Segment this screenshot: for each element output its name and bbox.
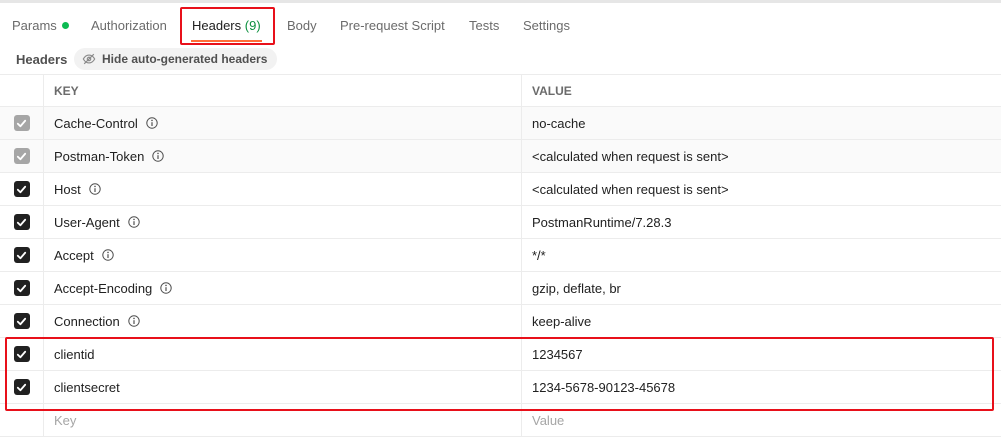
- row-checkbox[interactable]: [13, 214, 30, 230]
- tab-authorization[interactable]: Authorization: [91, 18, 167, 33]
- table-row: Postman-Token <calculated when request is…: [0, 140, 1001, 173]
- headers-section-title: Headers: [16, 52, 68, 67]
- row-checkbox[interactable]: [13, 313, 30, 329]
- key-column-header: KEY: [44, 75, 522, 106]
- header-value-cell[interactable]: */*: [522, 239, 1001, 271]
- row-check-cell: [0, 140, 44, 172]
- header-key-text: Connection: [54, 313, 120, 329]
- tab-params-label: Params: [12, 18, 57, 33]
- header-key-text: Accept-Encoding: [54, 280, 153, 296]
- table-row: Accept-Encoding gzip, deflate, br: [0, 272, 1001, 305]
- tab-params[interactable]: Params: [12, 18, 69, 33]
- row-checkbox[interactable]: [13, 247, 30, 263]
- info-icon[interactable]: [128, 315, 140, 327]
- tab-body[interactable]: Body: [287, 18, 317, 33]
- checkmark-icon: [16, 284, 27, 292]
- custom-headers-highlight-box: [5, 337, 994, 411]
- header-key-cell[interactable]: Cache-Control: [44, 107, 522, 139]
- row-check-cell: [0, 272, 44, 304]
- header-key-text: Accept: [54, 247, 94, 263]
- header-key-cell[interactable]: Accept: [44, 239, 522, 271]
- table-row: Cache-Control no-cache: [0, 107, 1001, 140]
- header-check-cell: [0, 75, 44, 106]
- table-row: Host <calculated when request is sent>: [0, 173, 1001, 206]
- header-value-cell[interactable]: no-cache: [522, 107, 1001, 139]
- row-checkbox[interactable]: [13, 280, 30, 296]
- info-icon[interactable]: [152, 150, 165, 162]
- info-icon[interactable]: [160, 282, 172, 294]
- info-icon[interactable]: [102, 249, 114, 261]
- row-check-cell: [0, 107, 44, 139]
- header-key-cell[interactable]: Connection: [44, 305, 522, 337]
- header-key-text: Postman-Token: [54, 148, 145, 164]
- header-value-cell[interactable]: gzip, deflate, br: [522, 272, 1001, 304]
- checkmark-icon: [16, 218, 27, 226]
- hide-button-label: Hide auto-generated headers: [102, 52, 268, 66]
- row-check-cell: [0, 173, 44, 205]
- checkmark-icon: [16, 119, 27, 127]
- header-key-cell[interactable]: User-Agent: [44, 206, 522, 238]
- info-icon[interactable]: [146, 117, 158, 129]
- headers-tab-highlight-box: [180, 7, 275, 45]
- checkmark-icon: [16, 152, 27, 160]
- checkmark-icon: [16, 251, 27, 259]
- row-checkbox[interactable]: [13, 148, 30, 164]
- info-icon[interactable]: [128, 216, 140, 228]
- header-key-cell[interactable]: Postman-Token: [44, 140, 522, 172]
- header-value-cell[interactable]: <calculated when request is sent>: [522, 173, 1001, 205]
- header-key-cell[interactable]: Accept-Encoding: [44, 272, 522, 304]
- row-checkbox[interactable]: [13, 181, 30, 197]
- table-row: User-Agent PostmanRuntime/7.28.3: [0, 206, 1001, 239]
- checkmark-icon: [16, 185, 27, 193]
- header-value-cell[interactable]: keep-alive: [522, 305, 1001, 337]
- checkmark-icon: [16, 317, 27, 325]
- row-check-cell: [0, 239, 44, 271]
- header-key-text: Host: [54, 181, 81, 197]
- header-value-cell[interactable]: <calculated when request is sent>: [522, 140, 1001, 172]
- request-tabs: Params Authorization Headers (9) Body Pr…: [0, 6, 1001, 46]
- info-icon[interactable]: [89, 183, 101, 195]
- table-header-row: KEY VALUE: [0, 74, 1001, 107]
- row-check-cell: [0, 206, 44, 238]
- table-row: Accept */*: [0, 239, 1001, 272]
- top-divider: [0, 0, 1001, 3]
- params-status-dot: [61, 22, 69, 29]
- table-row: Connection keep-alive: [0, 305, 1001, 338]
- hide-auto-generated-headers-button[interactable]: Hide auto-generated headers: [74, 48, 278, 70]
- header-value-cell[interactable]: PostmanRuntime/7.28.3: [522, 206, 1001, 238]
- header-key-text: User-Agent: [54, 214, 120, 230]
- header-key-text: Cache-Control: [54, 115, 138, 131]
- value-column-header: VALUE: [532, 83, 572, 98]
- tab-tests[interactable]: Tests: [469, 18, 499, 33]
- row-checkbox[interactable]: [13, 115, 30, 131]
- row-check-cell: [0, 305, 44, 337]
- header-key-cell[interactable]: Host: [44, 173, 522, 205]
- tab-settings[interactable]: Settings: [523, 18, 570, 33]
- eye-off-icon: [82, 53, 96, 65]
- tab-pre-request-script[interactable]: Pre-request Script: [340, 18, 445, 33]
